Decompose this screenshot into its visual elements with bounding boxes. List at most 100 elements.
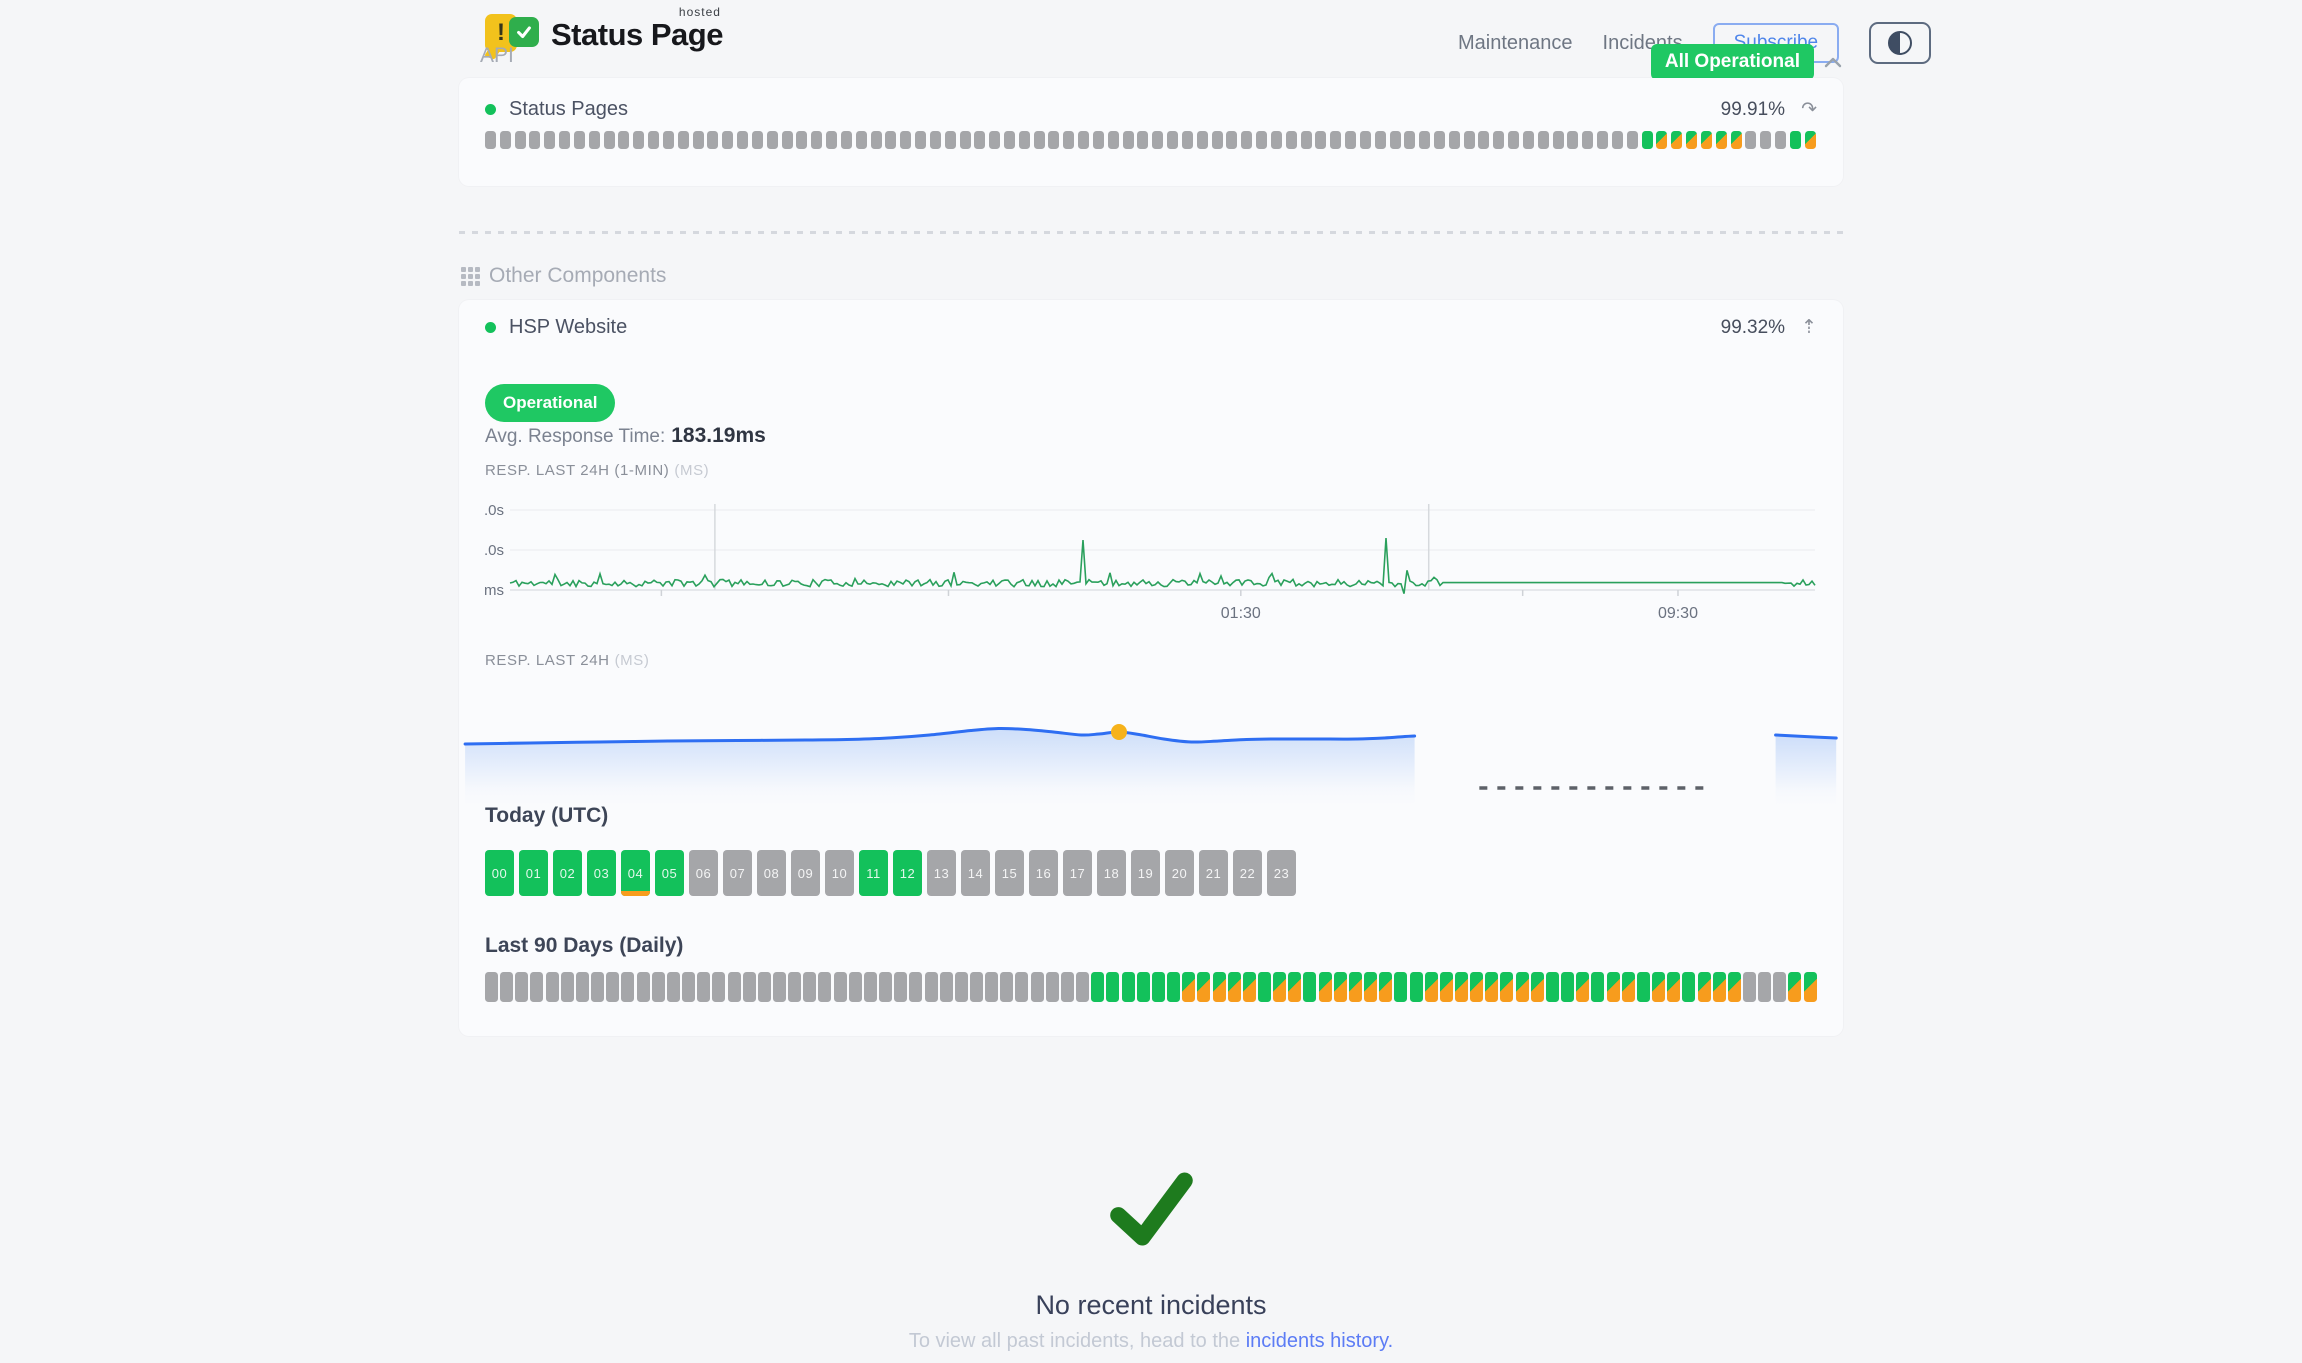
uptime-bar[interactable] bbox=[1123, 131, 1134, 149]
uptime-bar[interactable] bbox=[1228, 972, 1241, 1002]
hour-cell[interactable]: 09 bbox=[791, 850, 820, 896]
uptime-bar[interactable] bbox=[1561, 972, 1574, 1002]
uptime-bar[interactable] bbox=[1434, 131, 1445, 149]
uptime-bar[interactable] bbox=[604, 131, 615, 149]
uptime-bar[interactable] bbox=[576, 972, 589, 1002]
response-time-chart-1min[interactable]: 2.0s1.0s0ms01:3009:30 bbox=[485, 496, 1819, 626]
uptime-bar[interactable] bbox=[788, 972, 801, 1002]
component-row[interactable]: Status Pages 99.91% ↷ bbox=[485, 98, 1817, 121]
uptime-bar[interactable] bbox=[1419, 131, 1430, 149]
uptime-bar[interactable] bbox=[682, 972, 695, 1002]
uptime-bar[interactable] bbox=[1031, 972, 1044, 1002]
uptime-bar[interactable] bbox=[1152, 131, 1163, 149]
uptime-bar[interactable] bbox=[1167, 131, 1178, 149]
uptime-bar[interactable] bbox=[1745, 131, 1756, 149]
hour-cell[interactable]: 20 bbox=[1165, 850, 1194, 896]
uptime-bar[interactable] bbox=[1122, 972, 1135, 1002]
uptime-bar[interactable] bbox=[1591, 972, 1604, 1002]
uptime-bar[interactable] bbox=[574, 131, 585, 149]
uptime-bar[interactable] bbox=[930, 131, 941, 149]
uptime-bar[interactable] bbox=[1034, 131, 1045, 149]
uptime-bar[interactable] bbox=[1449, 131, 1460, 149]
uptime-bar[interactable] bbox=[1805, 131, 1816, 149]
uptime-bar[interactable] bbox=[1360, 131, 1371, 149]
uptime-bar[interactable] bbox=[1390, 131, 1401, 149]
hour-cell[interactable]: 14 bbox=[961, 850, 990, 896]
uptime-bar[interactable] bbox=[879, 972, 892, 1002]
component-row[interactable]: HSP Website 99.32% ⇡ bbox=[485, 316, 1817, 339]
uptime-bar[interactable] bbox=[1627, 131, 1638, 149]
uptime-bar[interactable] bbox=[707, 131, 718, 149]
collapse-arrow-icon[interactable]: ⇡ bbox=[1801, 316, 1817, 339]
uptime-bar[interactable] bbox=[1182, 131, 1193, 149]
uptime-bar[interactable] bbox=[530, 972, 543, 1002]
hour-cell[interactable]: 21 bbox=[1199, 850, 1228, 896]
uptime-bar[interactable] bbox=[1271, 131, 1282, 149]
uptime-bar[interactable] bbox=[485, 131, 496, 149]
uptime-bar[interactable] bbox=[663, 131, 674, 149]
uptime-bar[interactable] bbox=[909, 972, 922, 1002]
uptime-bar[interactable] bbox=[1137, 972, 1150, 1002]
hour-cell[interactable]: 23 bbox=[1267, 850, 1296, 896]
hour-cell[interactable]: 12 bbox=[893, 850, 922, 896]
hour-cell[interactable]: 13 bbox=[927, 850, 956, 896]
uptime-bar[interactable] bbox=[737, 131, 748, 149]
uptime-bar[interactable] bbox=[1256, 131, 1267, 149]
uptime-bar[interactable] bbox=[960, 131, 971, 149]
uptime-bar[interactable] bbox=[1731, 131, 1742, 149]
uptime-bar[interactable] bbox=[678, 131, 689, 149]
uptime-bar[interactable] bbox=[1538, 131, 1549, 149]
uptime-bar[interactable] bbox=[1379, 972, 1392, 1002]
uptime-bar[interactable] bbox=[1464, 131, 1475, 149]
uptime-bar[interactable] bbox=[773, 972, 786, 1002]
uptime-bar[interactable] bbox=[826, 131, 837, 149]
uptime-bar[interactable] bbox=[485, 972, 498, 1002]
uptime-bar[interactable] bbox=[871, 131, 882, 149]
response-time-area-chart[interactable] bbox=[461, 688, 1839, 806]
uptime-bar[interactable] bbox=[544, 131, 555, 149]
uptime-bar[interactable] bbox=[606, 972, 619, 1002]
uptime-bar[interactable] bbox=[500, 131, 511, 149]
uptime-bar[interactable] bbox=[1642, 131, 1653, 149]
uptime-bar[interactable] bbox=[1048, 131, 1059, 149]
uptime-bar[interactable] bbox=[864, 972, 877, 1002]
uptime-bar[interactable] bbox=[1656, 131, 1667, 149]
hour-cell[interactable]: 19 bbox=[1131, 850, 1160, 896]
uptime-bar[interactable] bbox=[1546, 972, 1559, 1002]
uptime-bar[interactable] bbox=[1167, 972, 1180, 1002]
uptime-bar[interactable] bbox=[752, 131, 763, 149]
uptime-bar[interactable] bbox=[940, 972, 953, 1002]
uptime-bar[interactable] bbox=[894, 972, 907, 1002]
uptime-bar[interactable] bbox=[1046, 972, 1059, 1002]
uptime-bar[interactable] bbox=[637, 972, 650, 1002]
uptime-bar[interactable] bbox=[728, 972, 741, 1002]
uptime-bar[interactable] bbox=[1804, 972, 1817, 1002]
uptime-bar[interactable] bbox=[559, 131, 570, 149]
uptime-bar[interactable] bbox=[1698, 972, 1711, 1002]
uptime-bar[interactable] bbox=[1637, 972, 1650, 1002]
hour-cell[interactable]: 11 bbox=[859, 850, 888, 896]
uptime-bar[interactable] bbox=[693, 131, 704, 149]
uptime-bar[interactable] bbox=[1410, 972, 1423, 1002]
uptime-bar[interactable] bbox=[1258, 972, 1271, 1002]
uptime-bar[interactable] bbox=[915, 131, 926, 149]
uptime-bar[interactable] bbox=[900, 131, 911, 149]
uptime-bar[interactable] bbox=[1713, 972, 1726, 1002]
uptime-bar[interactable] bbox=[841, 131, 852, 149]
uptime-bar[interactable] bbox=[1349, 972, 1362, 1002]
uptime-bar[interactable] bbox=[1078, 131, 1089, 149]
uptime-bar[interactable] bbox=[1455, 972, 1468, 1002]
uptime-bar[interactable] bbox=[1728, 972, 1741, 1002]
uptime-bar[interactable] bbox=[1019, 131, 1030, 149]
uptime-bar[interactable] bbox=[1743, 972, 1756, 1002]
uptime-bar[interactable] bbox=[856, 131, 867, 149]
uptime-bar[interactable] bbox=[1597, 131, 1608, 149]
hour-cell[interactable]: 16 bbox=[1029, 850, 1058, 896]
uptime-bar[interactable] bbox=[1303, 972, 1316, 1002]
uptime-bar[interactable] bbox=[1790, 131, 1801, 149]
uptime-bar[interactable] bbox=[1478, 131, 1489, 149]
uptime-bar[interactable] bbox=[1106, 972, 1119, 1002]
uptime-bar[interactable] bbox=[621, 972, 634, 1002]
uptime-bar[interactable] bbox=[1576, 972, 1589, 1002]
uptime-bar[interactable] bbox=[1197, 972, 1210, 1002]
